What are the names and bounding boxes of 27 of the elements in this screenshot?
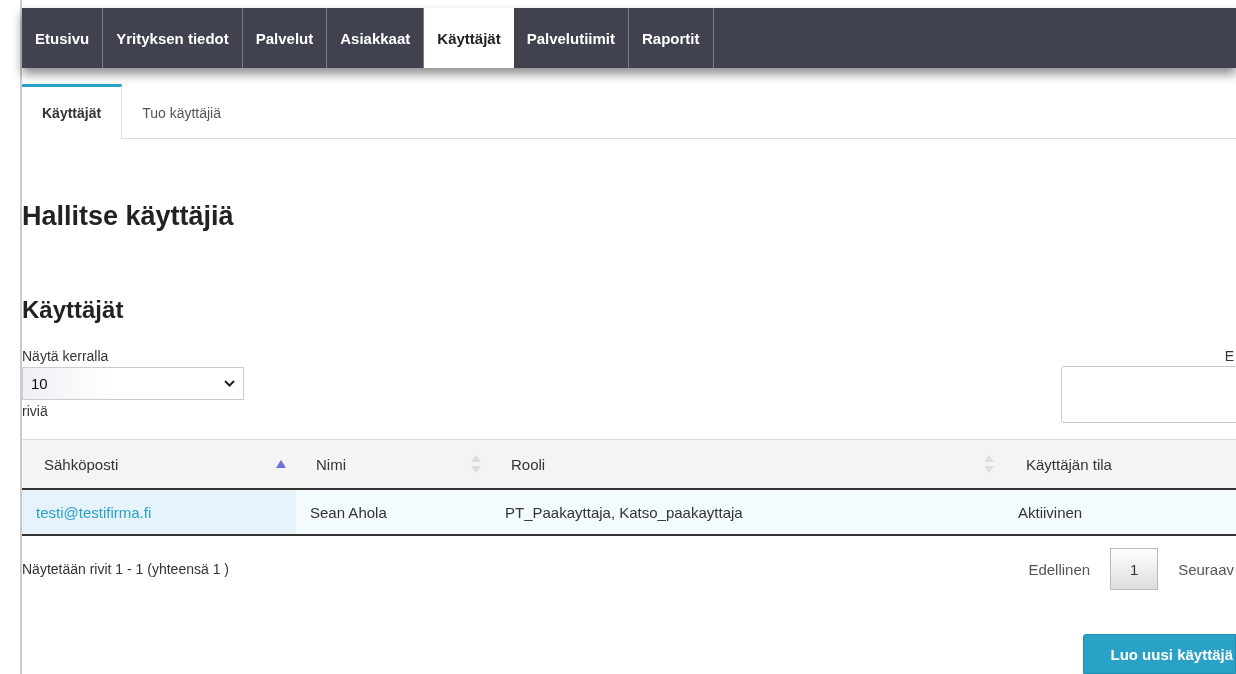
nav-tab[interactable]: Etusivu [22, 8, 104, 68]
nav-tab[interactable]: Käyttäjät [424, 8, 514, 68]
page-button[interactable]: 1 [1110, 548, 1159, 590]
nav-tab[interactable]: Yrityksen tiedot [103, 8, 243, 68]
rows-per-page-select[interactable]: 10 [22, 367, 244, 400]
column-header[interactable]: Sähköposti [22, 439, 296, 489]
column-header[interactable]: Nimi [296, 439, 491, 489]
chevron-down-icon [224, 380, 235, 387]
page-title: Hallitse käyttäjiä [22, 201, 235, 232]
nav-tab[interactable]: Raportit [629, 8, 714, 68]
table-cell: PT_Paakayttaja, Katso_paakayttaja [491, 489, 1004, 535]
table-cell: Aktiivinen [1004, 489, 1236, 535]
nav-tab[interactable]: Palvelutiimit [513, 8, 630, 68]
next-link[interactable]: Seuraav [1178, 560, 1234, 578]
table-info: Näytetään rivit 1 - 1 (yhteensä 1 ) [22, 561, 229, 577]
length-label: Näytä kerralla [22, 348, 109, 364]
sub-tab[interactable]: Käyttäjät [22, 84, 123, 139]
section-title: Käyttäjät [22, 296, 125, 324]
length-suffix: riviä [22, 403, 48, 419]
column-header[interactable]: Rooli [491, 439, 1004, 489]
previous-link[interactable]: Edellinen [1028, 560, 1091, 578]
search-label: E [1224, 348, 1234, 364]
search-field[interactable] [1061, 366, 1236, 423]
column-header[interactable]: Käyttäjän tila [1004, 439, 1236, 489]
sub-tab[interactable]: Tuo käyttäjiä [122, 84, 241, 139]
nav-tab[interactable]: Palvelut [242, 8, 328, 68]
table-cell: Sean Ahola [296, 489, 491, 535]
